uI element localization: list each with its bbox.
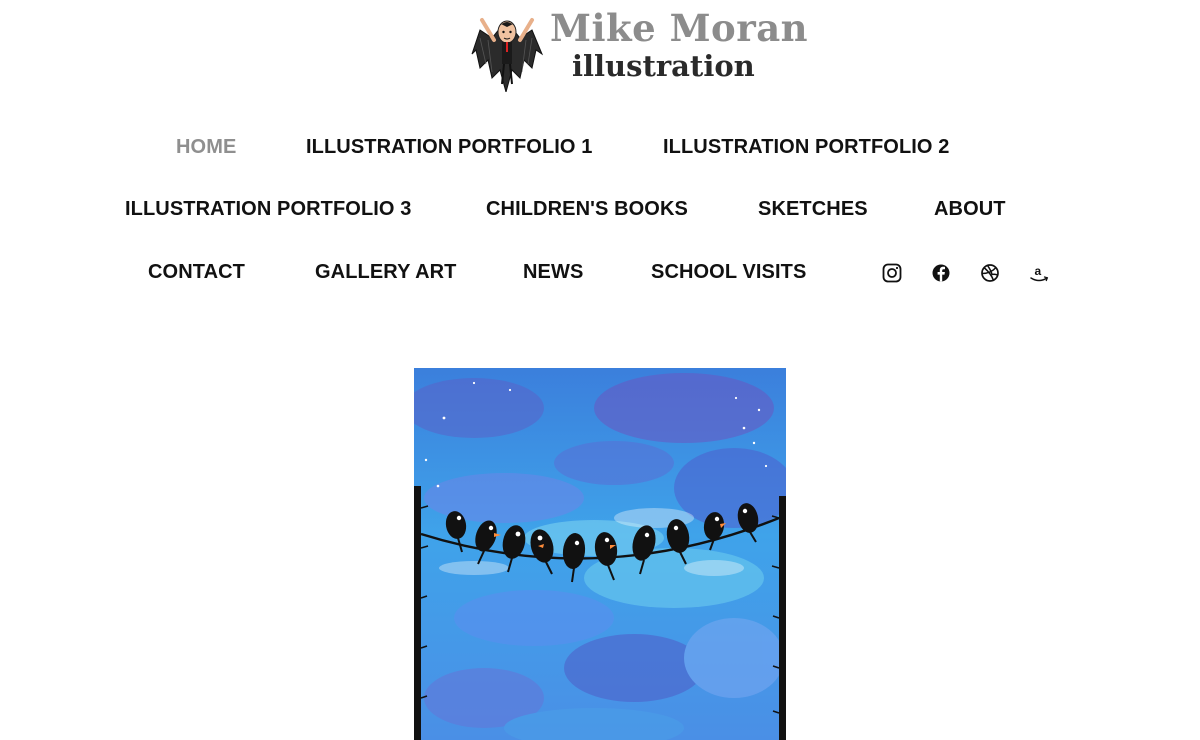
instagram-link[interactable] — [881, 262, 903, 284]
nav-illustration-portfolio-1[interactable]: ILLUSTRATION PORTFOLIO 1 — [306, 135, 592, 159]
featured-artwork[interactable] — [414, 368, 786, 740]
logo-vampire-figure-icon — [471, 18, 544, 92]
logo-subtitle-text: illustration — [572, 49, 755, 83]
page: Mike Moran illustration HOME ILLUSTRATIO… — [0, 0, 1200, 740]
dribbble-icon — [981, 264, 999, 282]
logo-name-text: Mike Moran — [550, 6, 809, 50]
nav-childrens-books[interactable]: CHILDREN'S BOOKS — [486, 197, 688, 221]
facebook-link[interactable] — [930, 262, 952, 284]
nav-home[interactable]: HOME — [176, 135, 236, 159]
nav-sketches[interactable]: SKETCHES — [758, 197, 868, 221]
nav-illustration-portfolio-3[interactable]: ILLUSTRATION PORTFOLIO 3 — [125, 197, 411, 221]
site-logo[interactable]: Mike Moran illustration — [466, 8, 808, 92]
instagram-icon — [882, 263, 902, 283]
nav-illustration-portfolio-2[interactable]: ILLUSTRATION PORTFOLIO 2 — [663, 135, 949, 159]
nav-gallery-art[interactable]: GALLERY ART — [315, 260, 456, 284]
dribbble-link[interactable] — [979, 262, 1001, 284]
nav-news[interactable]: NEWS — [523, 260, 583, 284]
birds-on-wire-illustration — [414, 368, 786, 740]
amazon-icon: a — [1030, 264, 1049, 282]
nav-contact[interactable]: CONTACT — [148, 260, 245, 284]
facebook-icon — [932, 264, 950, 282]
nav-school-visits[interactable]: SCHOOL VISITS — [651, 260, 806, 284]
nav-about[interactable]: ABOUT — [934, 197, 1006, 221]
svg-text:a: a — [1035, 264, 1042, 278]
amazon-link[interactable]: a — [1028, 262, 1050, 284]
